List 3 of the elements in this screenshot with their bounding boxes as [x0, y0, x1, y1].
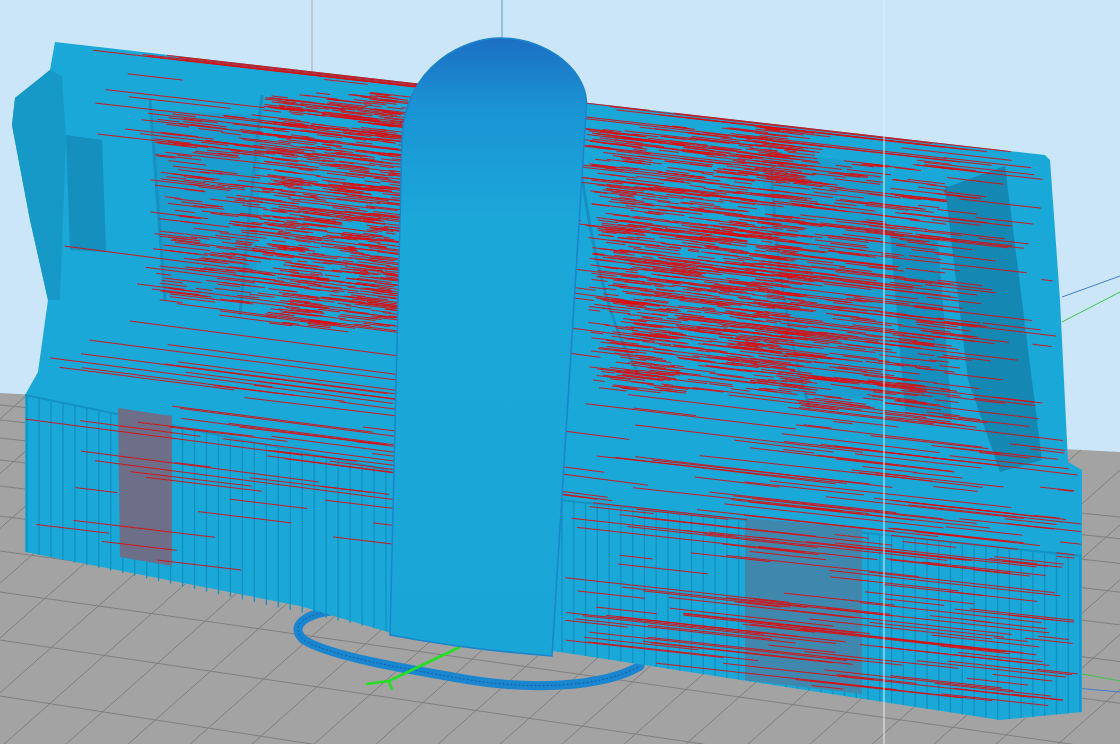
- axis-line: [1061, 275, 1120, 298]
- axis-line: [1061, 291, 1120, 323]
- origin-axes-icon: [364, 645, 462, 692]
